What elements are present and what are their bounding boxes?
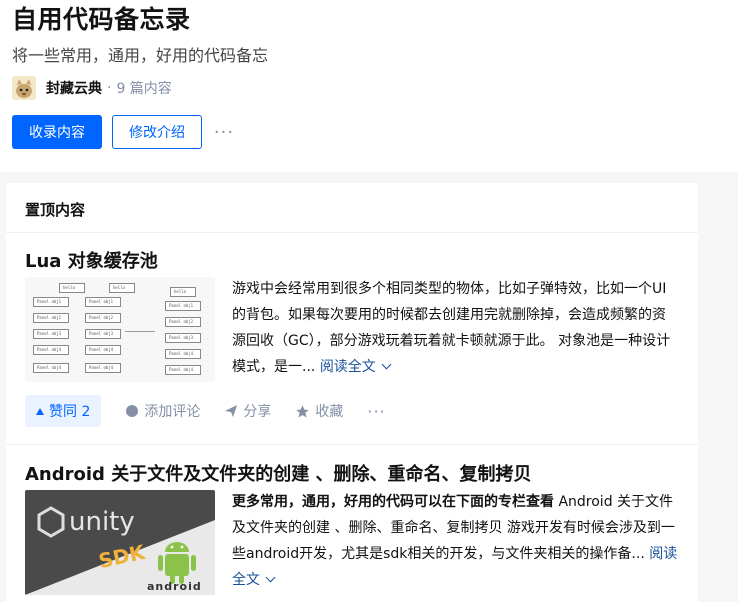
android-wordmark: android xyxy=(147,580,202,593)
pinned-heading: 置顶内容 xyxy=(25,201,86,219)
action-bar: 赞同 2 添加评论 分享 收藏 ··· xyxy=(25,395,386,427)
share-button[interactable]: 分享 xyxy=(224,401,271,421)
thumb-label: Panel obj4 xyxy=(33,363,69,373)
thumb-label: Panel obj4 xyxy=(165,349,201,359)
read-more-label: 阅读全文 xyxy=(319,359,376,375)
thumb-label: Panel obj4 xyxy=(85,363,121,373)
pinned-card: 置顶内容 Lua 对象缓存池 hello hello hello Panel o… xyxy=(6,183,698,602)
pinned-header: 置顶内容 xyxy=(6,183,698,233)
thumb-label: Panel obj2 xyxy=(165,317,201,327)
share-icon xyxy=(225,405,238,417)
thumb-label: hello xyxy=(109,283,135,293)
thumb-label: Panel obj2 xyxy=(85,313,121,323)
column-header: 自用代码备忘录 将一些常用，通用，好用的代码备忘 封藏云典 · 9 篇内容 收录… xyxy=(0,0,738,172)
column-description: 将一些常用，通用，好用的代码备忘 xyxy=(12,46,269,65)
thumb-connector xyxy=(125,331,155,332)
thumb-label: Panel obj4 xyxy=(85,345,121,355)
pinned-item: Lua 对象缓存池 hello hello hello Panel obj1 P… xyxy=(6,233,698,445)
vote-label: 赞同 2 xyxy=(49,404,91,420)
comment-label: 添加评论 xyxy=(144,404,201,420)
pinned-item: Android 关于文件及文件夹的创建 、删除、重命名、复制拷贝 unity S… xyxy=(6,446,698,602)
thumb-label: Panel obj3 xyxy=(165,333,201,343)
thumb-label: Panel obj1 xyxy=(85,297,121,307)
star-icon xyxy=(296,404,310,417)
read-more-link[interactable]: 阅读全文 xyxy=(319,359,392,375)
author-name[interactable]: 封藏云典 xyxy=(46,78,102,98)
edit-intro-button[interactable]: 修改介绍 xyxy=(112,115,202,149)
collect-content-button[interactable]: 收录内容 xyxy=(12,115,102,149)
excerpt-text: 游戏中会经常用到很多个相同类型的物体，比如子弹特效，比如一个UI的背包。如果每次… xyxy=(232,281,671,375)
item-title[interactable]: Android 关于文件及文件夹的创建 、删除、重命名、复制拷贝 xyxy=(25,460,531,486)
thumb-label: Panel obj4 xyxy=(33,345,69,355)
thumb-label: Panel obj1 xyxy=(33,297,69,307)
more-options-button[interactable]: ··· xyxy=(212,120,236,144)
thumb-label: Panel obj1 xyxy=(165,301,201,311)
thumb-label: hello xyxy=(59,283,85,293)
thumb-label: hello xyxy=(170,287,196,297)
item-title[interactable]: Lua 对象缓存池 xyxy=(25,247,158,273)
item-more-button[interactable]: ··· xyxy=(367,402,385,421)
thumb-label: Panel obj2 xyxy=(33,313,69,323)
item-thumbnail[interactable]: unity SDK android xyxy=(25,490,215,595)
chevron-down-icon xyxy=(381,359,392,370)
comment-icon xyxy=(126,405,139,417)
thumb-label: Panel obj4 xyxy=(165,365,201,375)
favorite-button[interactable]: 收藏 xyxy=(295,401,343,421)
unity-wordmark: unity xyxy=(69,507,135,537)
excerpt-bold: 更多常用，通用，好用的代码可以在下面的专栏查看 xyxy=(232,494,554,510)
favorite-label: 收藏 xyxy=(315,404,344,420)
item-thumbnail[interactable]: hello hello hello Panel obj1 Panel obj1 … xyxy=(25,277,215,382)
triangle-up-icon xyxy=(36,407,44,415)
avatar[interactable] xyxy=(12,76,36,100)
comment-button[interactable]: 添加评论 xyxy=(125,401,200,421)
column-title: 自用代码备忘录 xyxy=(12,5,191,34)
author-separator: · xyxy=(107,80,112,96)
thumb-label: Panel obj3 xyxy=(85,329,121,339)
chevron-down-icon xyxy=(265,572,276,583)
thumb-label: Panel obj3 xyxy=(33,329,69,339)
content-count: 9 篇内容 xyxy=(116,81,172,97)
share-label: 分享 xyxy=(243,404,272,420)
item-excerpt[interactable]: 更多常用，通用，好用的代码可以在下面的专栏查看 Android 关于文件及文件夹… xyxy=(232,489,678,593)
author-row: 封藏云典 · 9 篇内容 xyxy=(12,76,172,100)
item-excerpt[interactable]: 游戏中会经常用到很多个相同类型的物体，比如子弹特效，比如一个UI的背包。如果每次… xyxy=(232,276,678,380)
upvote-button[interactable]: 赞同 2 xyxy=(25,395,102,427)
